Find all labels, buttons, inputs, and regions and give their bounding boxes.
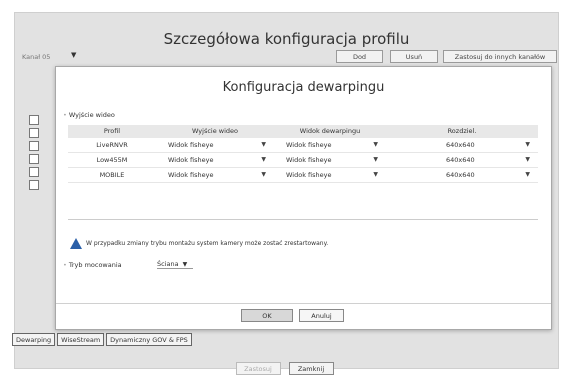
dropdown-value: Widok fisheye [286, 141, 332, 149]
warning-triangle-icon [70, 238, 82, 249]
mount-label-text: Tryb mocowania [68, 261, 122, 269]
dropdown-value: Widok fisheye [168, 141, 214, 149]
checkbox[interactable] [29, 180, 39, 190]
screen: Szczegółowa konfiguracja profilu Kanał 0… [0, 0, 569, 379]
video-output-section-label: • Wyjście wideo [63, 111, 115, 119]
profile-name: Low455M [96, 156, 128, 164]
dropdown-value: Widok fisheye [168, 156, 214, 164]
dropdown-value: 640x640 [446, 141, 475, 149]
table-row: LiveRNVR Widok fisheye ▼ Widok fisheye ▼ 6… [68, 138, 538, 153]
channel-label: Kanał 05 [22, 53, 51, 61]
column-header-dewarp-view: Widok dewarpingu [299, 127, 361, 135]
tab-dynamic-gov[interactable]: Dynamiczny GOV & FPS [106, 333, 192, 346]
window-title: Szczegółowa konfiguracja profilu [163, 30, 410, 48]
section-label-text: Wyjście wideo [68, 111, 115, 119]
dewarping-dialog: Konfiguracja dewarpingu • Wyjście wideo P… [55, 66, 552, 330]
mount-mode-label: • Tryb mocowania [63, 261, 122, 269]
chevron-down-icon: ▼ [71, 51, 77, 59]
checkbox[interactable] [29, 141, 39, 151]
resolution-dropdown[interactable]: 640x640 ▼ [386, 153, 538, 167]
dewarp-view-dropdown[interactable]: Widok fisheye ▼ [274, 153, 386, 167]
dewarp-view-dropdown[interactable]: Widok fisheye ▼ [274, 168, 386, 182]
chevron-down-icon: ▼ [261, 141, 266, 148]
add-profile-button[interactable]: Dod [336, 50, 383, 63]
remove-profile-button[interactable]: Usuń [390, 50, 438, 63]
video-out-dropdown[interactable]: Widok fisheye ▼ [156, 138, 274, 152]
profile-table: Profil Wyjście wideo Widok dewarpingu Ro… [68, 125, 538, 183]
checkbox[interactable] [29, 154, 39, 164]
video-out-dropdown[interactable]: Widok fisheye ▼ [156, 168, 274, 182]
profile-name: LiveRNVR [96, 141, 128, 149]
close-button[interactable]: Zamknij [288, 362, 334, 375]
ok-button[interactable]: OK [241, 309, 293, 322]
resolution-dropdown[interactable]: 640x640 ▼ [386, 138, 538, 152]
dropdown-value: 640x640 [446, 156, 475, 164]
dropdown-value: Widok fisheye [286, 171, 332, 179]
column-header-video-out: Wyjście wideo [191, 127, 239, 135]
apply-to-channels-button[interactable]: Zastosuj do innych kanałów [443, 50, 557, 63]
column-header-resolution: Rozdziel. [447, 127, 477, 135]
mount-mode-value: Ściana [157, 260, 193, 269]
bullet-icon: • [63, 111, 67, 119]
tab-dewarping[interactable]: Dewarping [12, 333, 56, 346]
mount-mode-dropdown[interactable]: Ściana ▼ [157, 260, 193, 269]
column-header-profile: Profil [103, 127, 121, 135]
chevron-down-icon: ▼ [525, 171, 530, 178]
window-footer: Zastosuj Zamknij [0, 362, 569, 375]
chevron-down-icon: ▼ [373, 156, 378, 163]
warning-text: W przypadku zmiany trybu montażu system … [86, 240, 329, 247]
video-out-dropdown[interactable]: Widok fisheye ▼ [156, 153, 274, 167]
dialog-title: Konfiguracja dewarpingu [222, 80, 385, 95]
resolution-dropdown[interactable]: 640x640 ▼ [386, 168, 538, 182]
chevron-down-icon: ▼ [261, 171, 266, 178]
table-header: Profil Wyjście wideo Widok dewarpingu Ro… [68, 125, 538, 138]
chevron-down-icon: ▼ [373, 171, 378, 178]
dropdown-value: 640x640 [446, 171, 475, 179]
bullet-icon: • [63, 261, 67, 269]
feature-tabs: Dewarping WiseStream Dynamiczny GOV & FP… [12, 333, 192, 346]
cancel-button[interactable]: Anuluj [299, 309, 344, 322]
tab-wisestream[interactable]: WiseStream [57, 333, 105, 346]
checkbox[interactable] [29, 115, 39, 125]
chevron-down-icon: ▼ [525, 141, 530, 148]
dropdown-value: Widok fisheye [286, 156, 332, 164]
checkbox[interactable] [29, 167, 39, 177]
dialog-footer-divider [56, 303, 551, 304]
chevron-down-icon: ▼ [373, 141, 378, 148]
divider [68, 219, 538, 220]
left-checkbox-column [29, 115, 39, 193]
profile-name: MOBILE [99, 171, 125, 179]
checkbox[interactable] [29, 128, 39, 138]
apply-button[interactable]: Zastosuj [235, 362, 281, 375]
dewarp-view-dropdown[interactable]: Widok fisheye ▼ [274, 138, 386, 152]
chevron-down-icon: ▼ [261, 156, 266, 163]
chevron-down-icon: ▼ [525, 156, 530, 163]
chevron-down-icon: ▼ [182, 261, 188, 268]
table-row: MOBILE Widok fisheye ▼ Widok fisheye ▼ 640… [68, 168, 538, 183]
restart-warning: W przypadku zmiany trybu montażu system … [70, 238, 328, 249]
table-row: Low455M Widok fisheye ▼ Widok fisheye ▼ 64… [68, 153, 538, 168]
dropdown-value: Widok fisheye [168, 171, 214, 179]
channel-dropdown[interactable]: ▼ [71, 51, 76, 59]
